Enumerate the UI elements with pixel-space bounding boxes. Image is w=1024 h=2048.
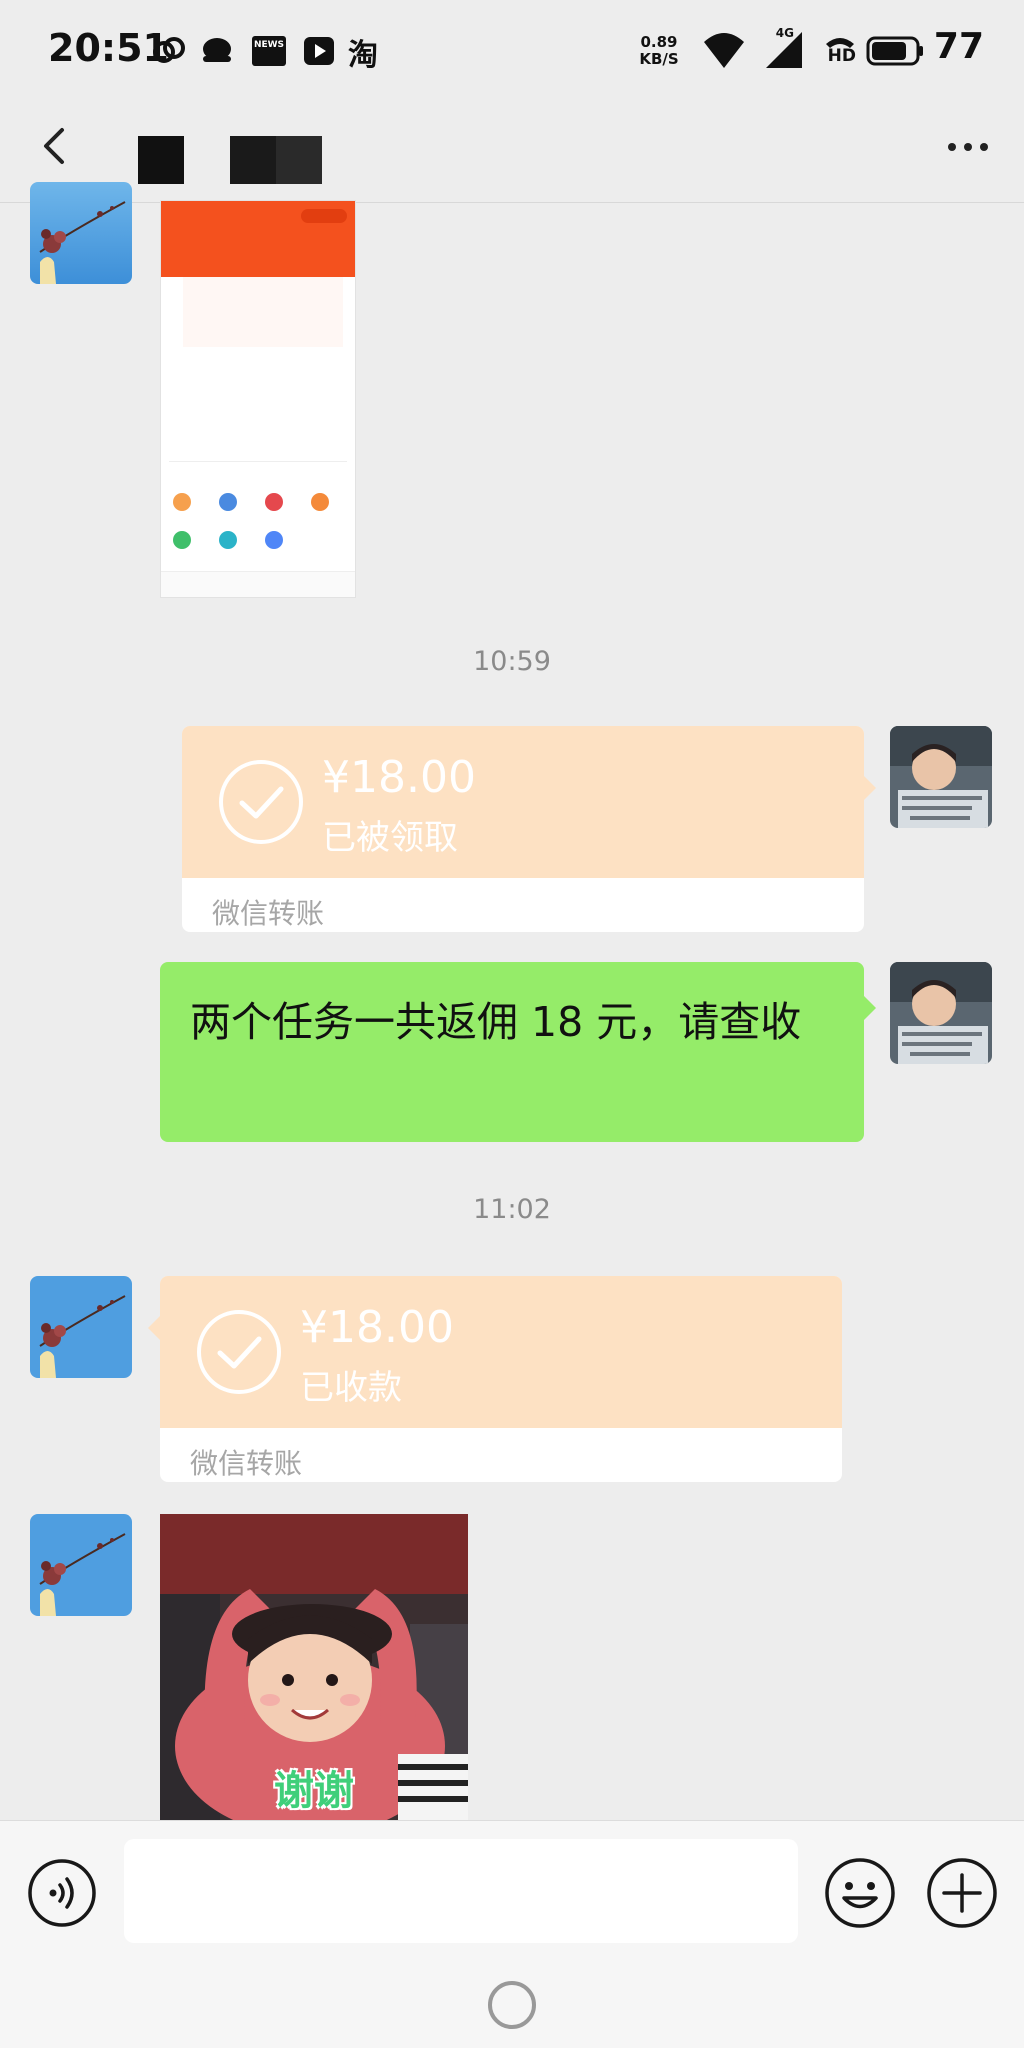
chat-screen: 20:51 NEWS 淘 0.89 KB/S 4G HD 77 10:59 ¥1… [0, 0, 1024, 2048]
contact-avatar[interactable] [30, 1276, 132, 1378]
battery-icon [866, 36, 923, 66]
input-bar [0, 1820, 1024, 2048]
self-avatar-image [890, 962, 992, 1064]
bubble-tail [864, 996, 876, 1020]
self-avatar[interactable] [890, 726, 992, 828]
screenshot-blur-block [183, 277, 343, 347]
transfer-footer-label: 微信转账 [190, 1447, 303, 1480]
contact-avatar[interactable] [30, 1514, 132, 1616]
transfer-amount: ¥18.00 [322, 752, 476, 803]
shared-screenshot-image[interactable] [160, 200, 356, 598]
self-text-message[interactable]: 两个任务一共返佣 18 元，请查收 [160, 962, 876, 1142]
self-avatar[interactable] [890, 962, 992, 1064]
network-speed-value: 0.89 [640, 33, 678, 51]
screenshot-service-icon [311, 493, 329, 511]
link-app-icon [153, 37, 185, 63]
bubble-tail [864, 776, 876, 800]
screenshot-service-icon [173, 531, 191, 549]
status-time: 20:51 [48, 26, 169, 70]
video-app-icon [304, 37, 334, 65]
contact-avatar-image [30, 1514, 132, 1616]
voice-button[interactable] [26, 1857, 98, 1929]
qq-icon [203, 38, 231, 62]
thanks-sticker[interactable]: 谢谢 [160, 1514, 468, 1820]
status-right: 0.89 KB/S 4G HD 77 [639, 26, 984, 76]
message-input[interactable] [124, 1839, 798, 1943]
emoji-button[interactable] [822, 1855, 898, 1931]
wifi-icon [704, 33, 744, 68]
check-circle-icon [197, 1310, 281, 1394]
transfer-footer-label: 微信转账 [212, 897, 325, 930]
screenshot-capsule [301, 209, 347, 223]
home-button[interactable] [486, 1979, 538, 2031]
network-speed-unit: KB/S [639, 50, 679, 68]
chevron-left-icon [44, 128, 64, 164]
timestamp: 10:59 [473, 646, 551, 677]
contact-avatar-image [30, 182, 132, 284]
transfer-card[interactable]: ¥18.00 已被领取 微信转账 [182, 726, 876, 932]
screenshot-service-icon [265, 493, 283, 511]
screenshot-service-icon [265, 531, 283, 549]
taobao-app-icon: 淘 [348, 38, 378, 73]
status-bar: 20:51 NEWS 淘 0.89 KB/S 4G HD 77 [0, 0, 1024, 100]
transfer-card[interactable]: ¥18.00 已收款 微信转账 [148, 1276, 842, 1482]
check-circle-icon [219, 760, 303, 844]
news-app-label: NEWS [253, 40, 285, 50]
network-speed: 0.89 KB/S [634, 34, 684, 68]
back-button[interactable] [28, 116, 88, 176]
contact-avatar[interactable] [30, 182, 132, 284]
plus-button[interactable] [924, 1855, 1000, 1931]
screenshot-service-icon [219, 493, 237, 511]
battery-level: 77 [933, 26, 984, 67]
transfer-status: 已收款 [300, 1368, 402, 1408]
sticker-caption: 谢谢 [274, 1768, 354, 1814]
transfer-amount: ¥18.00 [300, 1302, 454, 1353]
bubble-tail [148, 1316, 160, 1340]
network-type: 4G [775, 26, 794, 40]
self-avatar-image [890, 726, 992, 828]
screenshot-service-icon [219, 531, 237, 549]
hd-label: HD [827, 46, 856, 66]
message-text: 两个任务一共返佣 18 元，请查收 [190, 998, 802, 1046]
screenshot-service-icon [173, 493, 191, 511]
transfer-status: 已被领取 [322, 818, 458, 858]
news-app-icon: NEWS [252, 36, 286, 66]
more-options-button[interactable] [938, 122, 998, 172]
timestamp: 11:02 [473, 1194, 551, 1225]
contact-avatar-image [30, 1276, 132, 1378]
screenshot-divider [169, 461, 347, 462]
chat-title-bar [0, 100, 1024, 203]
screenshot-tabbar [161, 571, 355, 597]
